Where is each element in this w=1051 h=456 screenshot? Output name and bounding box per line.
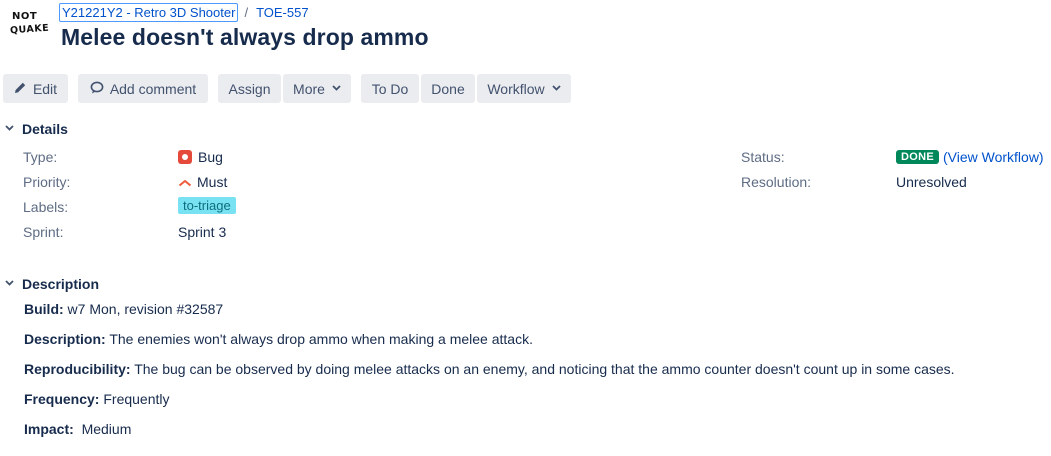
chevron-down-icon xyxy=(552,83,561,94)
reproducibility-line: Reproducibility: The bug can be observed… xyxy=(24,361,955,377)
more-button[interactable]: More xyxy=(283,74,351,103)
reproducibility-label: Reproducibility: xyxy=(24,361,131,377)
priority-value: Must xyxy=(178,174,227,190)
impact-label: Impact: xyxy=(24,421,74,437)
logo-text-line1: NOT xyxy=(12,11,38,22)
status-value: DONE (View Workflow) xyxy=(896,149,1044,165)
sprint-value: Sprint 3 xyxy=(178,224,227,240)
edit-button-label: Edit xyxy=(32,80,58,97)
type-label: Type: xyxy=(23,149,58,165)
logo-text-line2: QUAKE xyxy=(9,22,50,37)
frequency-label: Frequency: xyxy=(24,391,100,407)
breadcrumb-issue-link[interactable]: TOE-557 xyxy=(256,5,309,20)
details-heading: Details xyxy=(22,121,68,137)
workflow-button[interactable]: Workflow xyxy=(477,74,571,103)
priority-label: Priority: xyxy=(23,174,71,190)
frequency-line: Frequency: Frequently xyxy=(24,391,170,407)
impact-line: Impact: Medium xyxy=(24,421,131,437)
resolution-value: Unresolved xyxy=(896,174,967,190)
assign-label: Assign xyxy=(228,80,271,97)
pencil-icon xyxy=(14,81,27,97)
add-comment-label: Add comment xyxy=(109,80,197,97)
project-logo: NOT QUAKE xyxy=(9,10,50,44)
bug-icon xyxy=(178,150,192,164)
more-label: More xyxy=(293,80,325,97)
build-label: Build: xyxy=(24,301,64,317)
type-value: Bug xyxy=(178,149,223,165)
status-badge: DONE xyxy=(896,150,939,164)
status-label: Status: xyxy=(741,149,785,165)
workflow-label: Workflow xyxy=(487,80,545,97)
chevron-down-icon xyxy=(332,83,341,94)
breadcrumb-project-link[interactable]: Y21221Y2 - Retro 3D Shooter xyxy=(59,2,239,22)
chevron-down-icon xyxy=(5,278,14,288)
description-value: The enemies won't always drop ammo when … xyxy=(105,331,533,347)
details-section-toggle[interactable]: Details xyxy=(5,121,68,137)
build-line: Build: w7 Mon, revision #32587 xyxy=(24,301,223,317)
edit-button[interactable]: Edit xyxy=(3,74,68,103)
done-label: Done xyxy=(431,80,465,97)
impact-value: Medium xyxy=(73,421,132,437)
description-section-toggle[interactable]: Description xyxy=(5,276,99,292)
assign-button[interactable]: Assign xyxy=(218,74,281,103)
priority-value-text: Must xyxy=(197,174,228,190)
reproducibility-value: The bug can be observed by doing melee a… xyxy=(130,361,955,377)
breadcrumb: Y21221Y2 - Retro 3D Shooter / TOE-557 xyxy=(59,2,309,22)
type-value-text: Bug xyxy=(198,149,223,165)
labels-value: to-triage xyxy=(178,197,236,214)
comment-bubble-icon xyxy=(90,81,104,97)
resolution-label: Resolution: xyxy=(741,174,812,190)
description-line: Description: The enemies won't always dr… xyxy=(24,331,533,347)
done-button[interactable]: Done xyxy=(421,74,475,103)
chevron-down-icon xyxy=(5,123,14,133)
add-comment-button[interactable]: Add comment xyxy=(78,74,208,103)
labels-label: Labels: xyxy=(23,199,69,215)
label-tag[interactable]: to-triage xyxy=(178,197,236,214)
page-title: Melee doesn't always drop ammo xyxy=(61,24,429,50)
sprint-label: Sprint: xyxy=(23,224,64,240)
breadcrumb-separator: / xyxy=(244,4,249,20)
view-workflow-link[interactable]: (View Workflow) xyxy=(943,149,1044,165)
build-value: w7 Mon, revision #32587 xyxy=(63,301,224,317)
frequency-value: Frequently xyxy=(99,391,170,407)
priority-high-icon xyxy=(178,174,192,190)
todo-label: To Do xyxy=(371,80,409,97)
description-heading: Description xyxy=(22,276,100,292)
description-label: Description: xyxy=(24,331,106,347)
todo-button[interactable]: To Do xyxy=(361,74,419,103)
